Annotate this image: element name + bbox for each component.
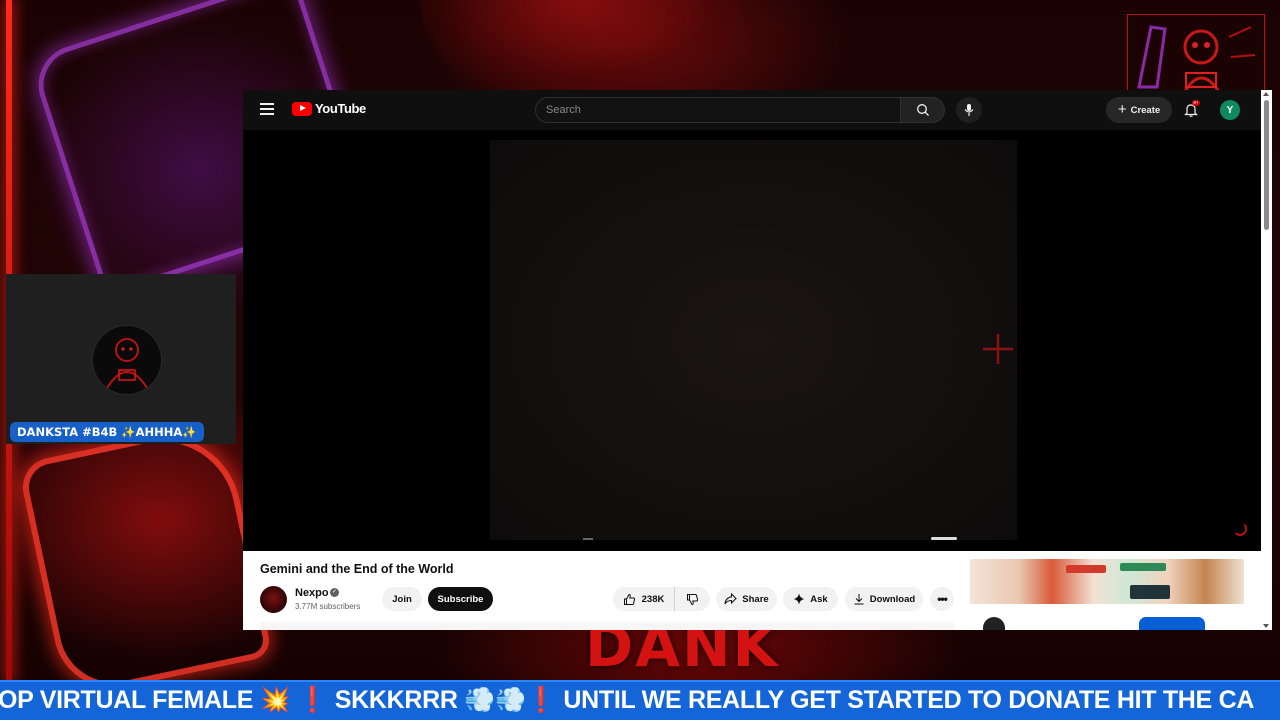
more-icon[interactable]: •••	[930, 587, 954, 611]
background-cloud-art	[420, 0, 740, 92]
page-scrollbar[interactable]	[1261, 90, 1272, 630]
dislike-icon	[687, 593, 699, 605]
ticker-text: OP VIRTUAL FEMALE 💥 ❗ SKKKRRR 💨💨❗ UNTIL …	[0, 686, 1255, 714]
share-icon	[724, 593, 738, 605]
ask-label: Ask	[810, 593, 828, 605]
webcam-avatar	[93, 326, 161, 394]
corner-channel-logo	[1127, 14, 1265, 100]
scroll-down-icon[interactable]	[1263, 624, 1269, 628]
download-button[interactable]: Download	[845, 587, 923, 611]
player-progress-handle[interactable]	[931, 537, 957, 540]
channel-avatar[interactable]	[260, 586, 287, 613]
video-player[interactable]	[243, 130, 1261, 551]
join-button[interactable]: Join	[382, 587, 422, 611]
menu-icon[interactable]	[260, 103, 274, 115]
player-progress-mark	[583, 538, 593, 540]
notifications-button[interactable]: 9+	[1181, 100, 1201, 120]
subscriber-count: 3.77M subscribers	[295, 602, 361, 611]
youtube-masthead: YouTube Search + Create 9+ Y	[243, 90, 1263, 130]
search-icon	[916, 104, 929, 117]
ad-tag	[1066, 565, 1106, 573]
crosshair-icon	[983, 334, 1013, 364]
account-avatar[interactable]: Y	[1220, 100, 1240, 120]
scrollbar-thumb[interactable]	[1264, 100, 1269, 230]
plus-icon: +	[1117, 100, 1127, 118]
like-dislike-group: 238K	[613, 587, 710, 611]
notification-badge: 9+	[1192, 100, 1200, 106]
search-button[interactable]	[901, 97, 945, 123]
mic-icon	[964, 104, 974, 116]
dislike-button[interactable]	[675, 587, 710, 611]
scroll-up-icon[interactable]	[1263, 92, 1269, 96]
youtube-logo[interactable]: YouTube	[292, 101, 366, 116]
create-label: Create	[1130, 104, 1161, 116]
webcam-panel: DANKSTA #B4B ✨AHHHA✨	[6, 274, 236, 444]
ask-button[interactable]: Ask	[783, 587, 838, 611]
sparkle-icon	[793, 593, 805, 605]
youtube-logo-text: YouTube	[315, 101, 366, 116]
like-button[interactable]: 238K	[613, 587, 675, 611]
mascot-avatar-icon	[93, 326, 161, 394]
loading-spinner-icon	[1233, 522, 1247, 536]
download-label: Download	[869, 593, 916, 605]
subscribe-button[interactable]: Subscribe	[428, 587, 493, 611]
description-box[interactable]	[260, 622, 954, 630]
youtube-window: YouTube Search + Create 9+ Y Gemini and …	[243, 90, 1272, 630]
stream-ticker: OP VIRTUAL FEMALE 💥 ❗ SKKKRRR 💨💨❗ UNTIL …	[0, 680, 1280, 720]
verified-badge-icon: ✓	[330, 588, 339, 597]
video-frame	[490, 140, 1017, 540]
dank-mascot-icon	[1131, 17, 1261, 97]
ad-tag-green	[1120, 563, 1166, 571]
youtube-logo-icon	[292, 101, 312, 116]
sidebar-ad-banner[interactable]	[970, 559, 1244, 604]
share-label: Share	[742, 593, 769, 605]
like-count: 238K	[641, 593, 665, 605]
like-icon	[623, 593, 635, 605]
channel-name[interactable]: Nexpo	[295, 587, 329, 599]
video-info-section: Gemini and the End of the World Nexpo ✓ …	[243, 551, 1261, 630]
ad-graphic	[1130, 585, 1170, 599]
download-icon	[854, 594, 864, 605]
ad-action-button[interactable]	[1139, 617, 1205, 630]
create-button[interactable]: + Create	[1106, 97, 1172, 123]
search-input[interactable]: Search	[535, 97, 901, 123]
video-title: Gemini and the End of the World	[260, 562, 454, 576]
voice-search-button[interactable]	[956, 97, 982, 123]
webcam-name-tag: DANKSTA #B4B ✨AHHHA✨	[10, 422, 204, 442]
ad-advertiser-avatar	[983, 617, 1005, 630]
share-button[interactable]: Share	[716, 587, 777, 611]
